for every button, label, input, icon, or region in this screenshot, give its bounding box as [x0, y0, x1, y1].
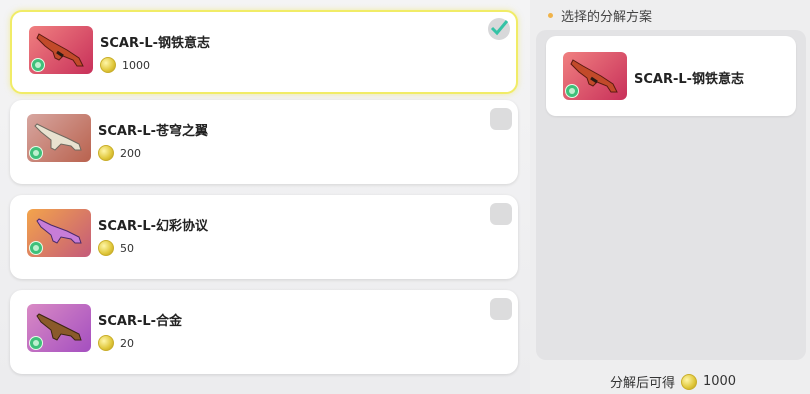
coin-icon: [98, 335, 114, 351]
bullet-dot-icon: [548, 13, 553, 18]
item-card-1[interactable]: SCAR-L-钢铁意志 1000: [10, 10, 518, 94]
coin-icon: [98, 240, 114, 256]
selection-area: SCAR-L-钢铁意志: [536, 30, 806, 360]
item-name: SCAR-L-合金: [98, 314, 183, 329]
select-checkbox[interactable]: [490, 203, 512, 225]
rarity-badge: [565, 84, 579, 98]
rarity-badge: [31, 58, 45, 72]
item-list-panel: SCAR-L-钢铁意志 1000 SCAR-L-苍穹之翼 200 SCAR-L-…: [0, 0, 530, 394]
rarity-badge: [29, 146, 43, 160]
selected-item-card[interactable]: SCAR-L-钢铁意志: [546, 36, 796, 116]
item-thumbnail: [29, 26, 93, 74]
result-label: 分解后可得: [609, 376, 675, 391]
coin-icon: [100, 57, 116, 73]
result-amount: 1000: [702, 374, 737, 389]
item-name: SCAR-L-幻彩协议: [98, 219, 209, 234]
decompose-result: 分解后可得 1000: [536, 372, 810, 391]
decompose-plan-panel: 选择的分解方案 SCAR-L-钢铁意志: [536, 0, 810, 394]
item-card-3[interactable]: SCAR-L-幻彩协议 50: [10, 195, 518, 279]
item-card-2[interactable]: SCAR-L-苍穹之翼 200: [10, 100, 518, 184]
item-name: SCAR-L-苍穹之翼: [98, 124, 209, 139]
rarity-badge: [29, 241, 43, 255]
item-price: 1000: [100, 57, 150, 73]
item-thumbnail: [563, 52, 627, 100]
item-name: SCAR-L-钢铁意志: [100, 36, 211, 51]
item-thumbnail: [27, 114, 91, 162]
rarity-badge: [29, 336, 43, 350]
panel-header: 选择的分解方案: [548, 6, 652, 25]
select-checkbox[interactable]: [490, 108, 512, 130]
selected-item-name: SCAR-L-钢铁意志: [634, 72, 745, 87]
item-price: 50: [98, 240, 134, 256]
select-checkbox[interactable]: [490, 298, 512, 320]
item-price: 20: [98, 335, 134, 351]
coin-icon: [98, 145, 114, 161]
item-thumbnail: [27, 209, 91, 257]
item-price: 200: [98, 145, 141, 161]
selected-check-icon[interactable]: [488, 18, 510, 40]
coin-icon: [680, 373, 697, 390]
item-card-4[interactable]: SCAR-L-合金 20: [10, 290, 518, 374]
item-thumbnail: [27, 304, 91, 352]
